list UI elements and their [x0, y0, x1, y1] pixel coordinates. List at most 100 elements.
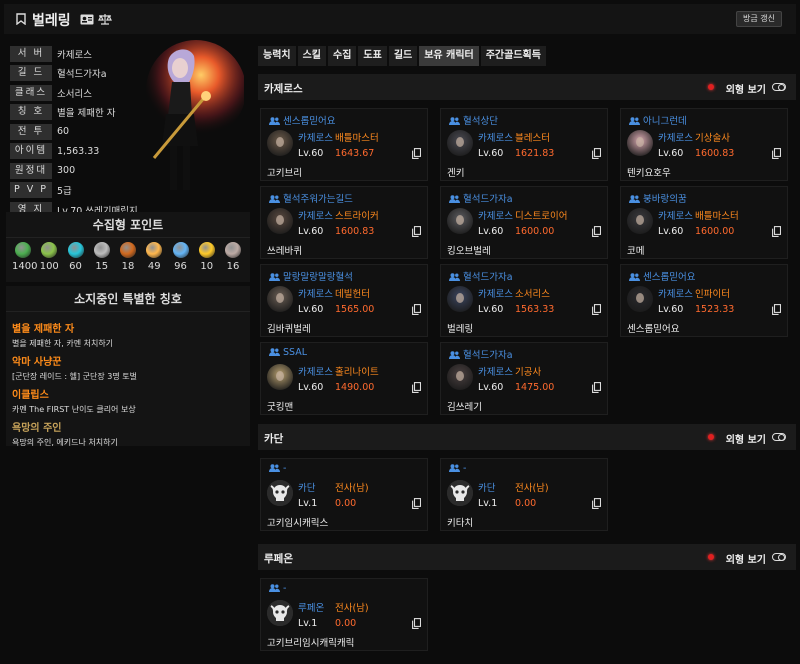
- character-portrait: [267, 600, 293, 626]
- tab-2[interactable]: 수집: [328, 46, 357, 66]
- copy-icon[interactable]: [592, 382, 602, 393]
- character-card[interactable]: 센스롭믿어요 카제로스 인파이터 Lv.60 1523.33 센스롭믿어요: [620, 264, 788, 337]
- character-card[interactable]: 혈석드가자a 카제로스 기공사 Lv.60 1475.00 김쓰레기: [440, 342, 608, 415]
- special-titles-list: 별을 제패한 자 별을 제패한 자, 카멘 처치하기 악마 사냥꾼 [군단장 레이드 …: [6, 312, 250, 458]
- profile-label: P V P: [10, 182, 52, 199]
- item-level: 1475.00: [515, 382, 555, 393]
- copy-icon[interactable]: [772, 226, 782, 237]
- guild-name: 말랑말랑말랑혈석: [269, 269, 353, 283]
- character-card[interactable]: 혈석상단 카제로스 블레스터 Lv.60 1621.83 겐키: [440, 108, 608, 181]
- character-card[interactable]: 혈석드가자a 카제로스 소서리스 Lv.60 1563.33 벌레링: [440, 264, 608, 337]
- collection-point-value: 16: [226, 261, 240, 272]
- collection-point[interactable]: 15: [91, 242, 113, 272]
- copy-icon[interactable]: [772, 148, 782, 159]
- orpheus-star-icon: [172, 242, 189, 258]
- collection-point[interactable]: 60: [65, 242, 87, 272]
- collection-point[interactable]: 16: [222, 242, 244, 272]
- character-card[interactable]: 센스롭믿어요 카제로스 배틀마스터 Lv.60 1643.67 고키브리: [260, 108, 428, 181]
- collection-point-value: 60: [69, 261, 82, 272]
- collection-point[interactable]: 10: [196, 242, 218, 272]
- character-card[interactable]: SSAL 카제로스 홀리나이트 Lv.60 1490.00 굿킹맨: [260, 342, 428, 415]
- portrait-face: [276, 215, 284, 225]
- character-name-text: 쓰레바퀴: [267, 246, 302, 257]
- copy-icon[interactable]: [412, 148, 422, 159]
- profile-value: 카제로스: [57, 49, 92, 61]
- character-class: 블레스터: [515, 133, 550, 144]
- copy-icon[interactable]: [412, 618, 422, 629]
- character-level: Lv.60: [658, 148, 684, 159]
- look-toggle-label[interactable]: 외형 보기: [726, 551, 766, 566]
- collection-point-value: 100: [39, 261, 59, 272]
- copy-icon[interactable]: [592, 498, 602, 509]
- character-card[interactable]: - 루페온 전사(남) Lv.1 0.00 고키브리임시캐릭캐릭: [260, 578, 428, 651]
- item-level: 1563.33: [515, 304, 555, 315]
- character-card[interactable]: 붕바랑의꿈 카제로스 배틀마스터 Lv.60 1600.00 코메: [620, 186, 788, 259]
- toggle-icon[interactable]: [772, 433, 786, 441]
- copy-icon[interactable]: [412, 382, 422, 393]
- character-class: 데빌헌터: [335, 289, 370, 300]
- toggle-icon[interactable]: [772, 83, 786, 91]
- guild-text: -: [283, 463, 287, 474]
- guild-text: -: [283, 583, 287, 594]
- scale-icon[interactable]: [98, 13, 112, 25]
- portrait-face: [636, 137, 644, 147]
- character-level: Lv.1: [298, 498, 318, 509]
- look-toggle-label[interactable]: 외형 보기: [726, 431, 766, 446]
- giant-heart-icon: [41, 242, 58, 258]
- character-class: 기공사: [515, 367, 542, 378]
- character-server: 카제로스: [658, 211, 693, 222]
- sea-bounty-icon: [225, 242, 241, 258]
- character-server: 카제로스: [658, 289, 693, 300]
- look-indicator-icon: [708, 84, 714, 90]
- id-card-icon[interactable]: [80, 14, 94, 25]
- copy-icon[interactable]: [772, 304, 782, 315]
- character-card[interactable]: 아니그런데 카제로스 기상술사 Lv.60 1600.83 텐키요호우: [620, 108, 788, 181]
- copy-icon[interactable]: [412, 304, 422, 315]
- tab-3[interactable]: 도표: [358, 46, 387, 66]
- header-bar: 벌레링 방금 갱신: [4, 4, 796, 34]
- guild-name: 붕바랑의꿈: [629, 191, 687, 205]
- character-card[interactable]: - 카단 전사(남) Lv.1 0.00 키타치: [440, 458, 608, 531]
- collection-point-value: 96: [174, 261, 187, 272]
- tab-1[interactable]: 스킬: [297, 46, 327, 66]
- tab-bar: 능력치 스킬 수집 도표 길드 보유 캐릭터 주간골드획득: [258, 46, 546, 66]
- character-class: 인파이터: [695, 289, 730, 300]
- tab-0[interactable]: 능력치: [258, 46, 296, 66]
- bookmark-icon[interactable]: [16, 13, 26, 25]
- guild-text: 센스롭믿어요: [283, 116, 336, 127]
- server-name: 카제로스: [264, 83, 303, 95]
- special-title-desc: [군단장 레이드 : 헬] 군단장 3명 토벌: [12, 372, 137, 381]
- special-title-desc: 카멘 The FIRST 난이도 클리어 보상: [12, 405, 136, 414]
- character-level: Lv.1: [298, 618, 318, 629]
- character-card[interactable]: 혈석주워가는길드 카제로스 스트라이커 Lv.60 1600.83 쓰레바퀴: [260, 186, 428, 259]
- character-class: 전사(남): [335, 603, 369, 614]
- toggle-icon[interactable]: [772, 553, 786, 561]
- special-title-desc: 별을 제패한 자, 카멘 처치하기: [12, 339, 114, 348]
- profile-label: 전 투: [10, 123, 52, 140]
- tab-6[interactable]: 주간골드획득: [480, 46, 546, 66]
- server-header: 카단 외형 보기: [258, 424, 796, 450]
- tab-4[interactable]: 길드: [388, 46, 418, 66]
- guild-icon: [449, 273, 460, 281]
- collection-point[interactable]: 1400: [12, 242, 37, 272]
- character-card[interactable]: - 카단 전사(남) Lv.1 0.00 고키임시캐릭스: [260, 458, 428, 531]
- copy-icon[interactable]: [592, 148, 602, 159]
- item-level: 0.00: [335, 618, 357, 629]
- copy-icon[interactable]: [592, 226, 602, 237]
- tab-5[interactable]: 보유 캐릭터: [419, 46, 479, 66]
- collection-point[interactable]: 96: [170, 242, 192, 272]
- character-card[interactable]: 혈석드가자a 카제로스 디스트로이어 Lv.60 1600.00 킹오브벌레: [440, 186, 608, 259]
- copy-icon[interactable]: [592, 304, 602, 315]
- look-toggle-label[interactable]: 외형 보기: [726, 81, 766, 96]
- character-card[interactable]: 말랑말랑말랑혈석 카제로스 데빌헌터 Lv.60 1565.00 김바퀴벌레: [260, 264, 428, 337]
- collection-point[interactable]: 18: [117, 242, 139, 272]
- collection-point[interactable]: 100: [38, 242, 60, 272]
- copy-icon[interactable]: [412, 498, 422, 509]
- character-class: 스트라이커: [335, 211, 379, 222]
- look-indicator-icon: [708, 434, 714, 440]
- collection-point[interactable]: 49: [143, 242, 165, 272]
- profile-value: 소서리스: [57, 88, 92, 100]
- character-server: 카제로스: [658, 133, 693, 144]
- copy-icon[interactable]: [412, 226, 422, 237]
- refresh-button[interactable]: 방금 갱신: [736, 11, 782, 27]
